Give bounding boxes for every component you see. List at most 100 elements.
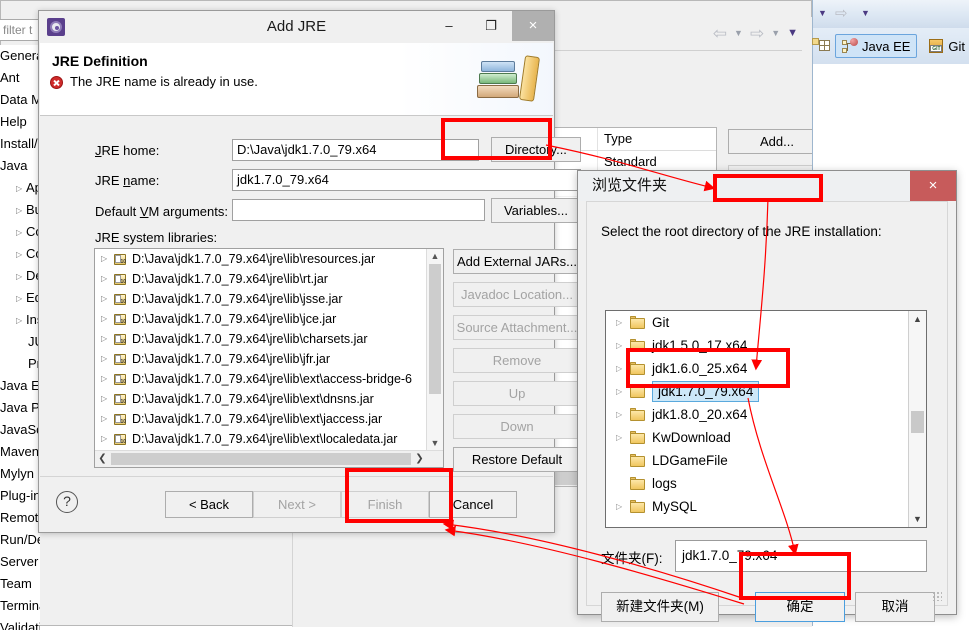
library-row[interactable]: ▷ 10 D:\Java\jdk1.7.0_79.x64\jre\lib\ext\j… (95, 409, 443, 429)
preferences-tree-item[interactable]: ▷Deb (0, 265, 40, 287)
up-button[interactable]: Up (453, 381, 581, 406)
preferences-tree-item[interactable]: Java EE (0, 375, 40, 397)
chevron-right-icon[interactable]: ▷ (101, 429, 113, 449)
chevron-right-icon[interactable]: ▷ (101, 409, 113, 429)
chevron-right-icon[interactable]: ▷ (616, 311, 630, 334)
chevron-right-icon[interactable]: ▷ (101, 329, 113, 349)
preferences-tree-item[interactable]: Terminal (0, 595, 40, 617)
down-button[interactable]: Down (453, 414, 581, 439)
preferences-tree-item[interactable]: ▷Edit (0, 287, 40, 309)
chevron-right-icon[interactable]: ▷ (16, 288, 26, 310)
toolbar-dropdown-icon[interactable]: ▼ (818, 8, 827, 18)
preferences-tree-item[interactable]: JavaScr (0, 419, 40, 441)
folder-name-input[interactable]: jdk1.7.0_79.x64 (675, 540, 927, 572)
preferences-tree-item[interactable]: Validation (0, 617, 40, 630)
minimize-button[interactable]: – (428, 11, 470, 41)
preferences-tree-item[interactable]: Remote (0, 507, 40, 529)
source-attachment-button[interactable]: Source Attachment... (453, 315, 581, 340)
preferences-tree-item[interactable]: Prop (0, 353, 40, 375)
folder-row[interactable]: ▷ KwDownload (606, 426, 926, 449)
chevron-right-icon[interactable]: ▷ (101, 269, 113, 289)
preferences-nav-controls[interactable]: ⇦ ▼ ⇨ ▼ ▼ (713, 19, 798, 47)
preferences-tree-item[interactable]: ▷Build (0, 199, 40, 221)
preferences-tree-item[interactable]: Run/De (0, 529, 40, 551)
resize-grip[interactable] (932, 591, 942, 601)
vm-arguments-input[interactable] (232, 199, 485, 221)
folder-row[interactable]: ▷ Git (606, 311, 926, 334)
preferences-tree-item[interactable]: Install/U (0, 133, 40, 155)
toolbar-forward-icon[interactable]: ⇨ (835, 4, 848, 22)
library-row[interactable]: ▷ 10 D:\Java\jdk1.7.0_79.x64\jre\lib\resou… (95, 249, 443, 269)
preferences-tree-item[interactable]: JUni (0, 331, 40, 353)
chevron-right-icon[interactable]: ▷ (16, 200, 26, 222)
preferences-tree-item[interactable]: Java Pe (0, 397, 40, 419)
preferences-tree-item[interactable]: Ant (0, 67, 40, 89)
libraries-vertical-scrollbar[interactable]: ▲ ▼ (426, 249, 443, 451)
chevron-right-icon[interactable]: ▷ (101, 389, 113, 409)
libraries-horizontal-scrollbar[interactable]: ❮ ❯ (95, 450, 443, 467)
folder-tree-scrollbar[interactable]: ▲ ▼ (908, 311, 926, 527)
library-row[interactable]: ▷ 10 D:\Java\jdk1.7.0_79.x64\jre\lib\ext\l… (95, 429, 443, 449)
folder-row[interactable]: ▷ MySQL (606, 495, 926, 518)
maximize-button[interactable]: ❐ (470, 11, 512, 41)
chevron-right-icon[interactable]: ▷ (616, 426, 630, 449)
jre-name-input[interactable]: jdk1.7.0_79.x64 (232, 169, 581, 191)
preferences-tree-item[interactable]: Plug-in (0, 485, 40, 507)
cancel-button[interactable]: 取消 (855, 592, 935, 622)
preferences-tree[interactable]: General Ant Data M Help Install/U Java ▷App▷Bu… (0, 45, 40, 630)
library-row[interactable]: ▷ 10 D:\Java\jdk1.7.0_79.x64\jre\lib\chars… (95, 329, 443, 349)
chevron-right-icon[interactable]: ▷ (616, 403, 630, 426)
chevron-right-icon[interactable]: ▷ (101, 309, 113, 329)
chevron-right-icon[interactable]: ▷ (101, 349, 113, 369)
chevron-right-icon[interactable]: ▷ (16, 244, 26, 266)
library-row[interactable]: ▷ 10 D:\Java\jdk1.7.0_79.x64\jre\lib\rt.ja… (95, 269, 443, 289)
view-menu-icon[interactable]: ▼ (787, 27, 798, 39)
next-button[interactable]: Next > (253, 491, 341, 518)
chevron-right-icon[interactable]: ▷ (16, 310, 26, 332)
scroll-up-icon[interactable]: ▲ (909, 311, 926, 327)
folder-row[interactable]: ▷ jdk1.7.0_79.x64 (606, 380, 926, 403)
folder-row[interactable]: ▷ jdk1.8.0_20.x64 (606, 403, 926, 426)
perspective-java-ee[interactable]: Java EE (835, 34, 918, 58)
chevron-right-icon[interactable]: ▷ (616, 334, 630, 357)
cancel-button[interactable]: Cancel (429, 491, 517, 518)
chevron-right-icon[interactable]: ▷ (101, 369, 113, 389)
forward-arrow-icon[interactable]: ⇨ (750, 25, 764, 42)
folder-row[interactable]: ▷LDGameFile (606, 449, 926, 472)
scroll-down-icon[interactable]: ▼ (427, 436, 443, 451)
toolbar-forward-dropdown-icon[interactable]: ▼ (861, 8, 870, 18)
scroll-thumb-h[interactable] (111, 453, 411, 465)
preferences-tree-item[interactable]: Data M (0, 89, 40, 111)
browse-close-button[interactable]: × (910, 171, 956, 201)
preferences-tree-item[interactable]: ▷App (0, 177, 40, 199)
forward-dropdown-icon[interactable]: ▼ (771, 28, 780, 38)
restore-default-button[interactable]: Restore Default (453, 447, 581, 472)
library-row[interactable]: ▷ 10 D:\Java\jdk1.7.0_79.x64\jre\lib\ext\d… (95, 389, 443, 409)
finish-button[interactable]: Finish (341, 491, 429, 518)
chevron-right-icon[interactable]: ▷ (16, 266, 26, 288)
scroll-right-icon[interactable]: ❯ (412, 451, 427, 467)
add-external-jars-button[interactable]: Add External JARs... (453, 249, 581, 274)
preferences-tree-item[interactable]: Team (0, 573, 40, 595)
chevron-right-icon[interactable]: ▷ (16, 178, 26, 200)
scroll-down-icon[interactable]: ▼ (909, 511, 926, 527)
jre-system-libraries-list[interactable]: ▷ 10 D:\Java\jdk1.7.0_79.x64\jre\lib\resou… (94, 248, 444, 468)
chevron-right-icon[interactable]: ▷ (616, 380, 630, 403)
preferences-tree-item[interactable]: Java (0, 155, 40, 177)
scroll-up-icon[interactable]: ▲ (427, 249, 443, 264)
library-row[interactable]: ▷ 10 D:\Java\jdk1.7.0_79.x64\jre\lib\jsse.… (95, 289, 443, 309)
new-folder-button[interactable]: 新建文件夹(M) (601, 592, 719, 622)
jre-home-input[interactable]: D:\Java\jdk1.7.0_79.x64 (232, 139, 479, 161)
variables-button[interactable]: Variables... (491, 198, 581, 223)
perspective-git[interactable]: GIT Git (922, 34, 969, 58)
chevron-right-icon[interactable]: ▷ (101, 249, 113, 269)
library-row[interactable]: ▷ 10 D:\Java\jdk1.7.0_79.x64\jre\lib\jce.j… (95, 309, 443, 329)
scroll-left-icon[interactable]: ❮ (95, 451, 110, 467)
preferences-tree-item[interactable]: Server (0, 551, 40, 573)
folder-tree[interactable]: ▷ Git ▷ jdk1.5.0_17.x64 ▷ jdk1.6.0_25.x64 ▷ jdk… (605, 310, 927, 528)
scroll-thumb[interactable] (911, 411, 924, 433)
preferences-tree-item[interactable]: ▷Com (0, 243, 40, 265)
preferences-tree-item[interactable]: ▷Cod (0, 221, 40, 243)
chevron-right-icon[interactable]: ▷ (616, 357, 630, 380)
close-button[interactable]: × (512, 11, 554, 41)
